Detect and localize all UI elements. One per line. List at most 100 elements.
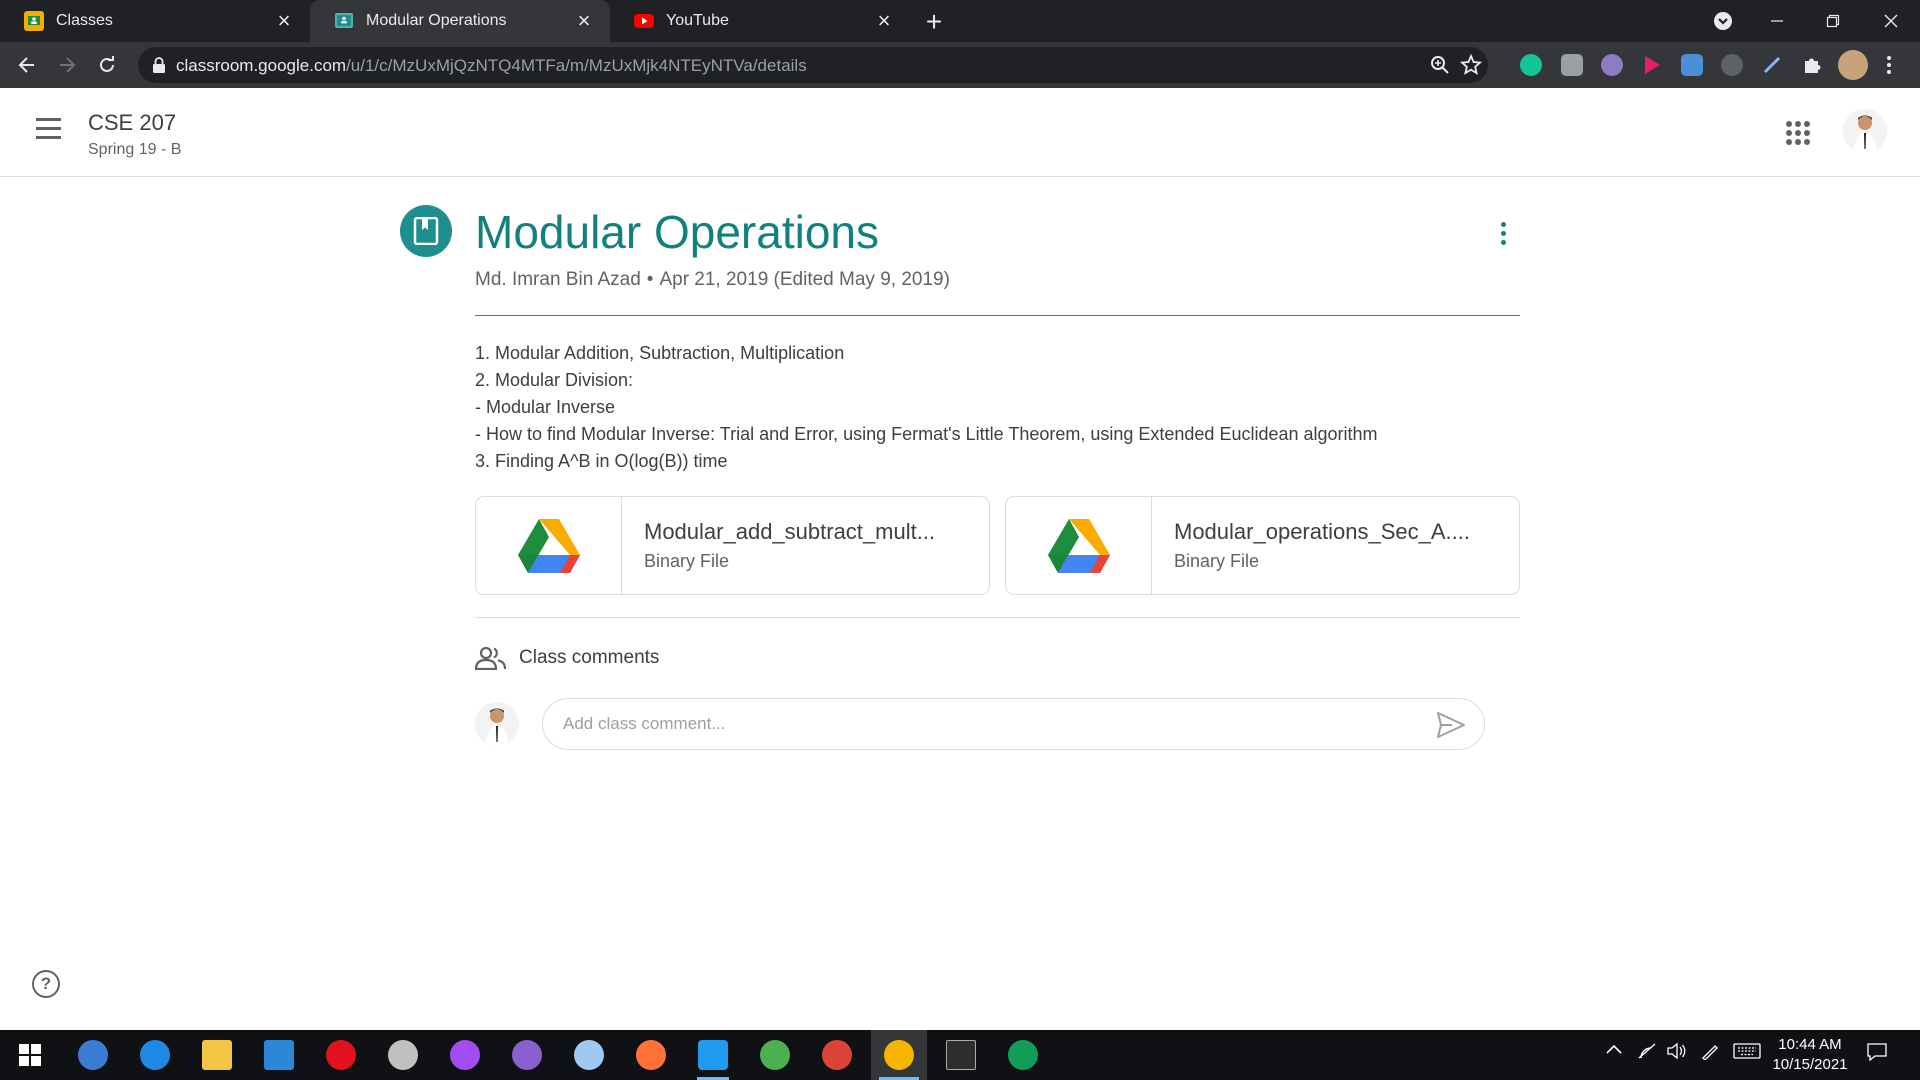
taskbar-app-vscode[interactable] [685, 1030, 741, 1080]
commenter-avatar [475, 702, 519, 746]
post-title: Modular Operations [475, 206, 879, 258]
apps-dot [1786, 139, 1792, 145]
puzzle-icon[interactable] [1801, 54, 1823, 76]
profile-avatar[interactable] [1838, 50, 1868, 80]
comments-divider [475, 617, 1520, 618]
arrow-left-icon [18, 57, 34, 73]
classroom-header: CSE 207 Spring 19 - B [0, 88, 1920, 177]
start-button[interactable] [2, 1030, 58, 1080]
apps-dot [1795, 139, 1801, 145]
send-icon [1437, 712, 1465, 738]
lock-icon [153, 57, 165, 73]
kebab-dot [1500, 239, 1506, 245]
show-hidden-icons-button[interactable] [1605, 1042, 1623, 1061]
more-vert-icon [1887, 56, 1891, 74]
taskbar-app-chrome[interactable] [871, 1030, 927, 1080]
camera-icon[interactable] [1561, 54, 1583, 76]
taskbar-app-qbittorrent[interactable] [65, 1030, 121, 1080]
reload-button[interactable] [92, 50, 122, 80]
chrome-menu-button[interactable] [1885, 54, 1893, 81]
material-icon [400, 205, 452, 257]
tab-search-button[interactable] [1700, 0, 1746, 42]
download-icon[interactable] [1681, 54, 1703, 76]
bookmark-button[interactable] [1459, 53, 1483, 81]
notification-icon [1867, 1043, 1887, 1062]
url-host: classroom.google.com [176, 56, 347, 75]
help-icon: ? [40, 974, 52, 993]
main-menu-button[interactable] [34, 118, 64, 148]
post-options-button[interactable] [1490, 220, 1516, 246]
satellite-icon [388, 1040, 418, 1070]
volume-button[interactable] [1666, 1042, 1688, 1065]
taskbar-app-mail[interactable] [251, 1030, 307, 1080]
address-bar[interactable]: classroom.google.com/u/1/c/MzUxMjQzNTQ4M… [138, 47, 1488, 83]
course-title[interactable]: CSE 207 [88, 110, 176, 136]
firefox-icon [636, 1040, 666, 1070]
close-icon[interactable]: × [872, 8, 896, 33]
help-button[interactable]: ? [32, 970, 60, 998]
comment-input[interactable] [563, 711, 1403, 737]
tab-youtube[interactable]: YouTube × [610, 0, 910, 42]
taskbar-app-opera[interactable] [313, 1030, 369, 1080]
attachment-name: Modular_add_subtract_mult... [644, 519, 936, 544]
edge-icon [140, 1040, 170, 1070]
forward-button[interactable] [52, 50, 82, 80]
taskbar-app-messenger[interactable] [437, 1030, 493, 1080]
close-icon[interactable]: × [572, 8, 596, 33]
close-icon[interactable]: × [272, 8, 296, 33]
send-comment-button[interactable] [1436, 711, 1466, 739]
description-line: 1. Modular Addition, Subtraction, Multip… [475, 343, 845, 363]
play-icon[interactable] [1641, 54, 1663, 76]
attachment-type: Binary File [644, 551, 730, 571]
hamburger-icon [36, 118, 61, 121]
attachment-card[interactable]: Modular_add_subtract_mult... Binary File [475, 496, 990, 595]
restore-button[interactable] [1810, 0, 1856, 42]
windows-icon [19, 1044, 41, 1066]
minimize-button[interactable] [1754, 0, 1800, 42]
description-line: 3. Finding A^B in O(log(B)) time [475, 451, 728, 471]
chrome-icon [822, 1040, 852, 1070]
comment-field[interactable] [542, 698, 1485, 750]
touch-keyboard-button[interactable] [1733, 1042, 1761, 1065]
youtube-icon [634, 11, 654, 31]
attachment-card[interactable]: Modular_operations_Sec_A.... Binary File [1005, 496, 1520, 595]
google-apps-button[interactable] [1786, 121, 1810, 145]
google-drive-icon [517, 518, 580, 573]
messenger-icon [450, 1040, 480, 1070]
chevron-up-icon [1606, 1044, 1622, 1054]
extension-icon[interactable] [1601, 54, 1623, 76]
taskbar-app-globe[interactable] [747, 1030, 803, 1080]
close-icon [1884, 14, 1898, 28]
new-tab-button[interactable]: + [920, 6, 948, 37]
system-clock[interactable]: 10:44 AM 10/15/2021 [1770, 1035, 1850, 1075]
pen-icon[interactable] [1761, 54, 1783, 76]
class-comments-label: Class comments [519, 647, 660, 668]
grammarly-icon[interactable] [1520, 54, 1542, 76]
post-author: Md. Imran Bin Azad [475, 269, 641, 290]
extension-icon[interactable] [1721, 54, 1743, 76]
globe-icon [760, 1040, 790, 1070]
back-button[interactable] [12, 50, 42, 80]
browser-toolbar: classroom.google.com/u/1/c/MzUxMjQzNTQ4M… [0, 42, 1920, 88]
account-avatar[interactable] [1843, 109, 1887, 153]
wifi-icon [1638, 1043, 1656, 1059]
taskbar-app-satellite[interactable] [375, 1030, 431, 1080]
zoom-button[interactable] [1430, 55, 1450, 80]
taskbar-app-terminal[interactable] [933, 1030, 989, 1080]
tab-modular-operations[interactable]: Modular Operations × [310, 0, 610, 42]
taskbar-app-chrome-profile[interactable] [809, 1030, 865, 1080]
description-line: - Modular Inverse [475, 397, 616, 417]
taskbar-app-chrome-ek[interactable] [995, 1030, 1051, 1080]
pen-workspace-button[interactable] [1700, 1042, 1720, 1065]
taskbar-app-file-explorer[interactable] [189, 1030, 245, 1080]
network-button[interactable] [1637, 1042, 1657, 1065]
taskbar-app-firefox[interactable] [623, 1030, 679, 1080]
close-window-button[interactable] [1868, 0, 1914, 42]
taskbar-app-github[interactable] [499, 1030, 555, 1080]
taskbar-app-edge[interactable] [127, 1030, 183, 1080]
tab-title: Classes [56, 12, 113, 29]
taskbar-app-paint[interactable] [561, 1030, 617, 1080]
action-center-button[interactable] [1866, 1042, 1888, 1067]
tab-classes[interactable]: Classes × [0, 0, 310, 42]
star-icon [1459, 53, 1483, 75]
